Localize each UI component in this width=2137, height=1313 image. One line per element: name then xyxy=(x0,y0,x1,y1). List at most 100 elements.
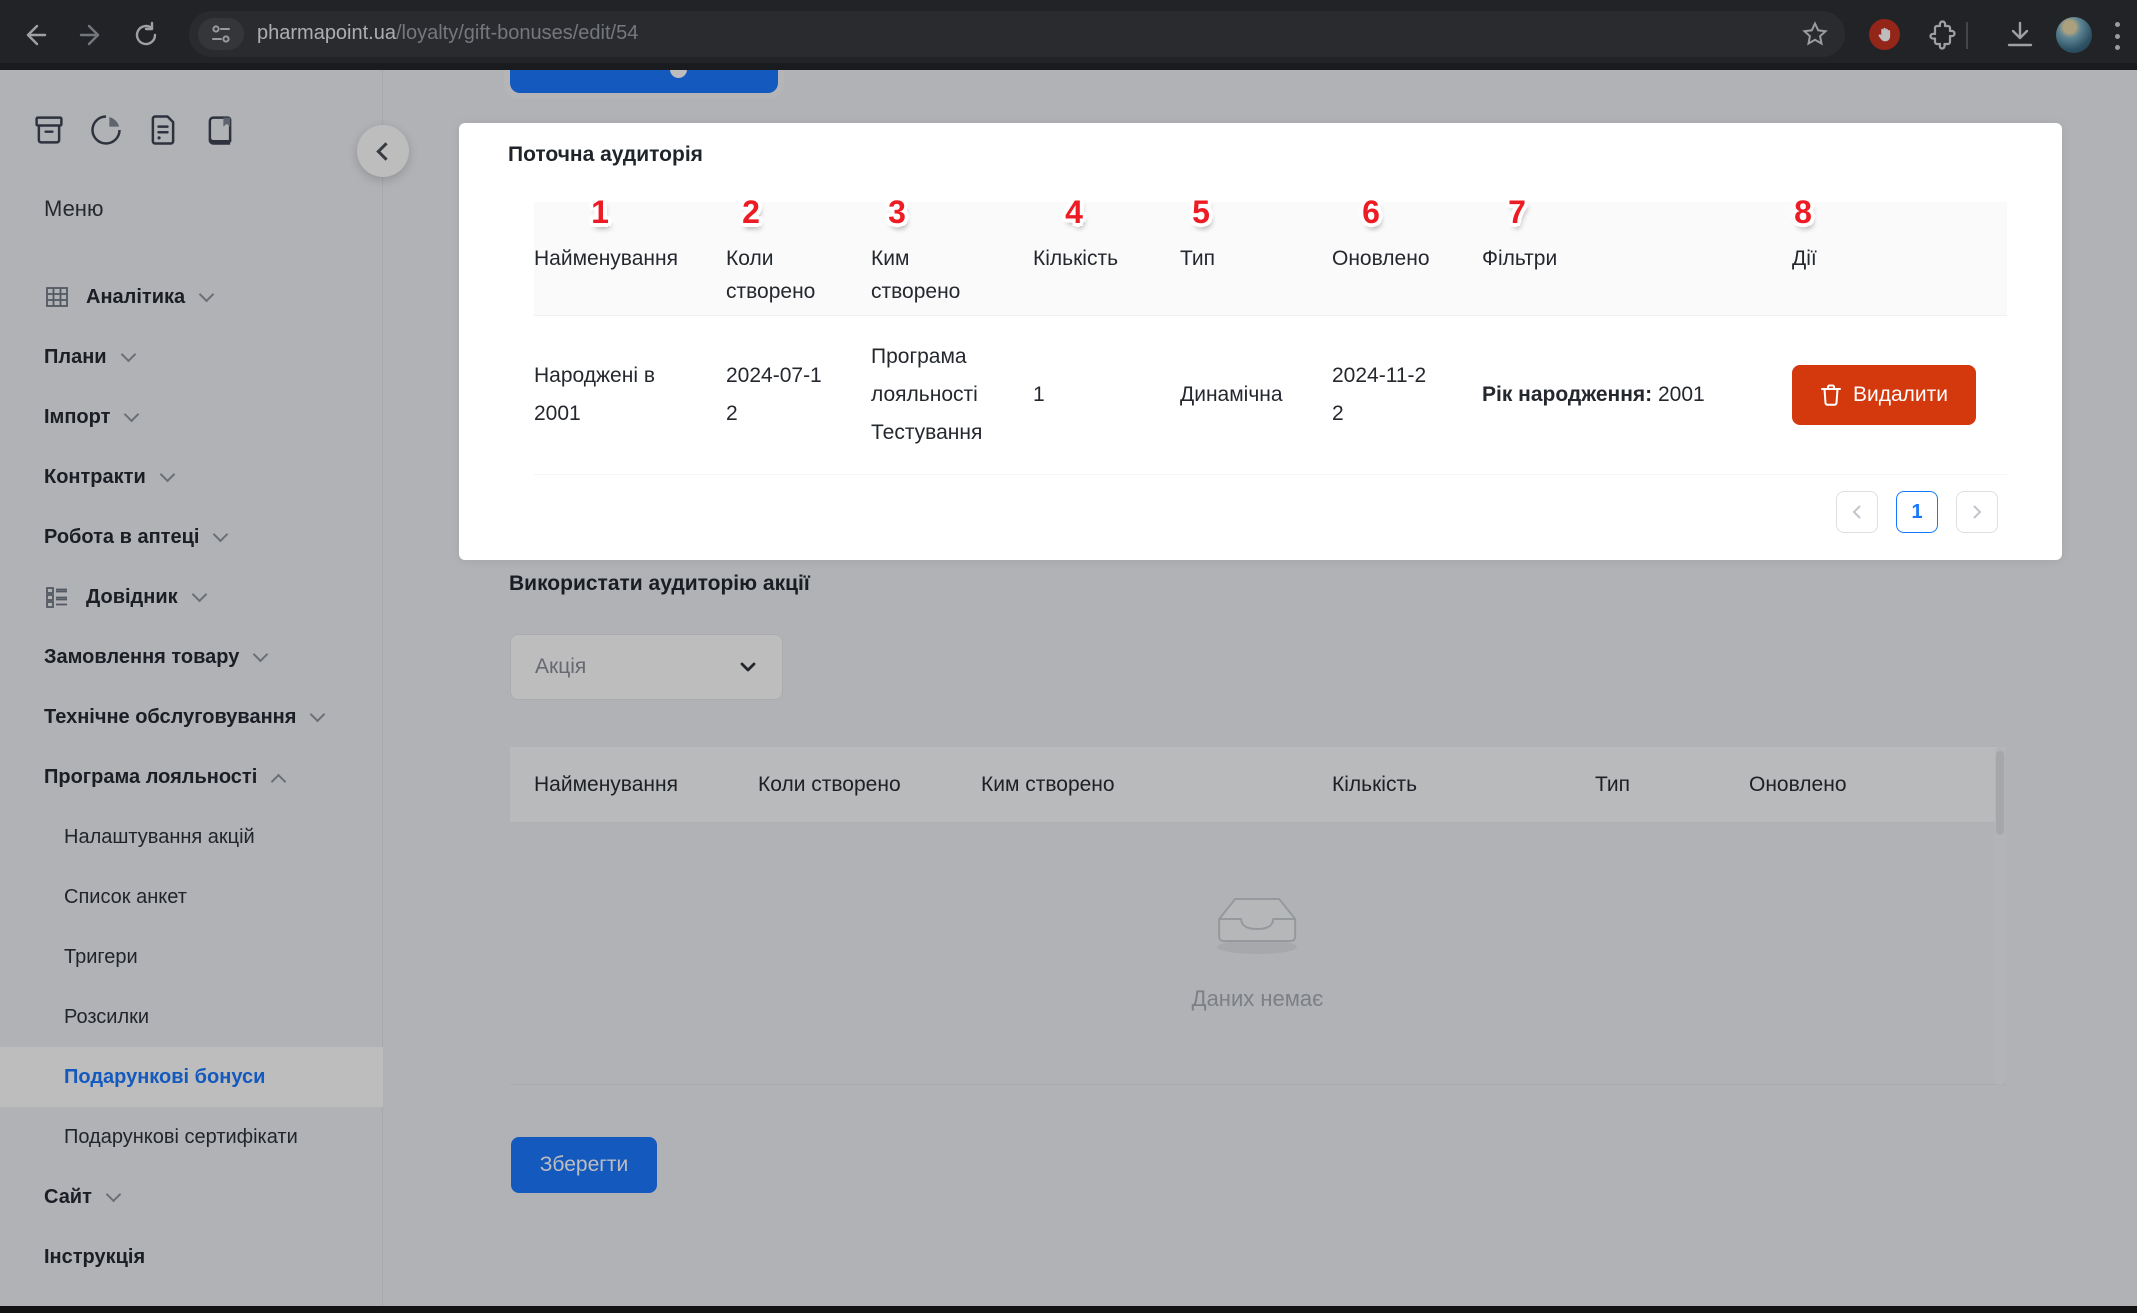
column-header-actions: 8 Дії xyxy=(1792,202,2007,315)
filter-value: 2001 xyxy=(1652,383,1705,406)
sidebar-item-mailings[interactable]: Розсилки xyxy=(0,987,383,1047)
promo-table-header: Найменування Коли створено Ким створено … xyxy=(510,747,2005,823)
column-header-created: 2 Коли створено xyxy=(726,202,871,315)
audience-table-header: 1 Найменування 2 Коли створено 3 Ким ств… xyxy=(534,202,2007,316)
annotation-5: 5 xyxy=(1192,196,1210,229)
promo-section-title: Використати аудиторію акції xyxy=(509,572,810,596)
annotation-6: 6 xyxy=(1362,196,1380,229)
url-host: pharmapoint.ua xyxy=(257,22,396,44)
top-partial-button[interactable] xyxy=(510,70,778,93)
empty-text: Даних немає xyxy=(1192,986,1324,1012)
empty-inbox-icon xyxy=(1210,889,1306,955)
promo-col-count: Кількість xyxy=(1332,773,1595,797)
promo-select-placeholder: Акція xyxy=(535,655,738,679)
annotation-1: 1 xyxy=(591,196,609,229)
trash-icon xyxy=(1820,383,1842,407)
promo-col-created-by: Ким створено xyxy=(981,773,1332,797)
site-settings-icon[interactable] xyxy=(198,18,244,50)
chevron-left-icon xyxy=(376,142,394,160)
pie-chart-icon[interactable] xyxy=(88,112,124,153)
address-bar[interactable]: pharmapoint.ua/loyalty/gift-bonuses/edit… xyxy=(189,11,1845,57)
adblock-extension-icon[interactable] xyxy=(1869,19,1900,50)
sidebar-item-questionnaires[interactable]: Список анкет xyxy=(0,867,383,927)
chevron-left-icon xyxy=(1849,504,1865,520)
column-header-count: 4 Кількість xyxy=(1033,202,1180,315)
delete-button[interactable]: Видалити xyxy=(1792,365,1976,425)
column-header-filters: 7 Фільтри xyxy=(1482,202,1792,315)
cell-actions: Видалити xyxy=(1792,365,2007,425)
sidebar-nav: Аналітика Плани Імпорт Контракти Робота … xyxy=(0,267,383,1287)
archive-box-icon[interactable] xyxy=(31,112,67,153)
sidebar-item-instruction[interactable]: Інструкція xyxy=(0,1227,383,1287)
annotation-2: 2 xyxy=(742,196,760,229)
sidebar-item-gift-bonuses[interactable]: Подарункові бонуси xyxy=(0,1047,383,1107)
sidebar-item-plans[interactable]: Плани xyxy=(0,327,383,387)
scrollbar[interactable] xyxy=(1995,747,2005,1085)
profile-avatar[interactable] xyxy=(2056,17,2092,53)
toolbar-separator xyxy=(1966,22,1968,49)
promo-col-created: Коли створено xyxy=(758,773,981,797)
extensions-puzzle-icon[interactable] xyxy=(1925,19,1957,56)
save-button[interactable]: Зберегти xyxy=(511,1137,657,1193)
screen: pharmapoint.ua/loyalty/gift-bonuses/edit… xyxy=(0,0,2137,1313)
pagination-page-1[interactable]: 1 xyxy=(1896,491,1938,533)
bookmark-star-icon[interactable] xyxy=(1801,20,1829,48)
downloads-icon[interactable] xyxy=(2004,19,2036,56)
chrome-menu-icon[interactable] xyxy=(2114,22,2120,50)
sidebar-item-maintenance[interactable]: Технічне обслуговування xyxy=(0,687,383,747)
promo-table: Найменування Коли створено Ким створено … xyxy=(510,747,2005,1085)
sidebar-quick-icons xyxy=(31,112,238,153)
annotation-8: 8 xyxy=(1794,196,1812,229)
sidebar-title: Меню xyxy=(44,196,103,222)
promo-col-updated: Оновлено xyxy=(1749,773,2005,797)
forward-icon[interactable] xyxy=(78,21,106,49)
book-icon[interactable] xyxy=(202,112,238,153)
promo-col-type: Тип xyxy=(1595,773,1749,797)
column-header-updated: 6 Оновлено xyxy=(1332,202,1482,315)
column-header-created-by: 3 Ким створено xyxy=(871,202,1033,315)
reload-icon[interactable] xyxy=(132,21,160,49)
sidebar-item-promo-settings[interactable]: Налаштування акцій xyxy=(0,807,383,867)
sidebar-item-analytics[interactable]: Аналітика xyxy=(0,267,383,327)
sidebar-item-loyalty-program[interactable]: Програма лояльності xyxy=(0,747,383,807)
sidebar-item-pharmacy-work[interactable]: Робота в аптеці xyxy=(0,507,383,567)
url-text: pharmapoint.ua/loyalty/gift-bonuses/edit… xyxy=(257,22,638,45)
sidebar-item-site[interactable]: Сайт xyxy=(0,1167,383,1227)
sidebar-item-contracts[interactable]: Контракти xyxy=(0,447,383,507)
url-path: /loyalty/gift-bonuses/edit/54 xyxy=(396,22,638,44)
table-grid-icon xyxy=(44,284,70,310)
cell-filters: Рік народження: 2001 xyxy=(1482,376,1792,414)
sidebar-item-directory[interactable]: Довідник xyxy=(0,567,383,627)
sidebar: Меню Аналітика Плани Імпорт Контракти Ро… xyxy=(0,70,383,1313)
back-icon[interactable] xyxy=(20,21,48,49)
card-title: Поточна аудиторія xyxy=(508,143,703,167)
bottom-edge-bar xyxy=(0,1306,2137,1313)
cell-updated: 2024-11-22 xyxy=(1332,357,1482,433)
chevron-right-icon xyxy=(1969,504,1985,520)
pagination-prev-button[interactable] xyxy=(1836,491,1878,533)
promo-table-body: Даних немає xyxy=(510,823,2005,1085)
sidebar-item-import[interactable]: Імпорт xyxy=(0,387,383,447)
promo-col-name: Найменування xyxy=(534,773,758,797)
sidebar-item-product-orders[interactable]: Замовлення товару xyxy=(0,627,383,687)
cell-name: Народжені в 2001 xyxy=(534,357,726,433)
sidebar-item-gift-certificates[interactable]: Подарункові сертифікати xyxy=(0,1107,383,1167)
pagination-next-button[interactable] xyxy=(1956,491,1998,533)
chevron-down-icon xyxy=(738,657,758,677)
promo-select[interactable]: Акція xyxy=(510,634,783,700)
sidebar-item-triggers[interactable]: Тригери xyxy=(0,927,383,987)
current-audience-card: Поточна аудиторія 1 Найменування 2 Коли … xyxy=(459,123,2062,560)
document-lines-icon[interactable] xyxy=(145,112,181,153)
audience-table: 1 Найменування 2 Коли створено 3 Ким ств… xyxy=(534,202,2007,475)
annotation-4: 4 xyxy=(1065,196,1083,229)
sidebar-collapse-button[interactable] xyxy=(357,125,409,177)
pagination: 1 xyxy=(1836,491,1998,533)
column-header-type: 5 Тип xyxy=(1180,202,1332,315)
cell-created: 2024-07-12 xyxy=(726,357,871,433)
column-header-name: 1 Найменування xyxy=(534,202,726,315)
cell-count: 1 xyxy=(1033,376,1180,414)
list-rows-icon xyxy=(44,584,70,610)
browser-toolbar: pharmapoint.ua/loyalty/gift-bonuses/edit… xyxy=(0,0,2137,70)
cell-created-by: Програма лояльності Тестування xyxy=(871,338,1033,452)
annotation-7: 7 xyxy=(1508,196,1526,229)
